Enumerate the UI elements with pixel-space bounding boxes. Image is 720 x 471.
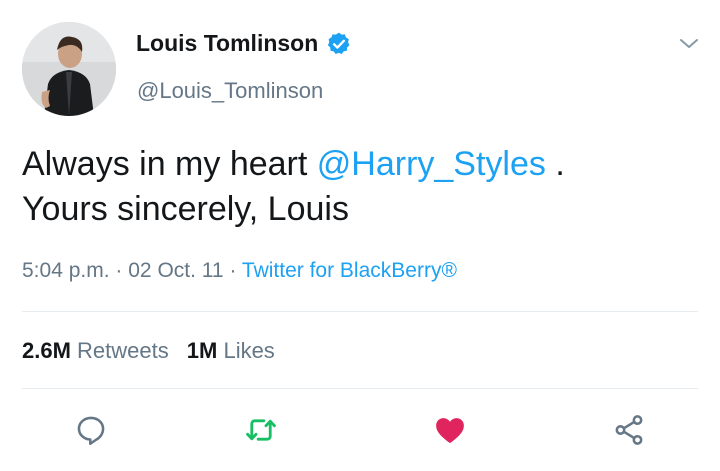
verified-badge-icon: [326, 31, 352, 57]
share-icon[interactable]: [612, 413, 646, 447]
tweet-text-part: .: [545, 145, 565, 183]
reply-icon[interactable]: [74, 413, 108, 447]
tweet-date[interactable]: 02 Oct. 11: [128, 259, 223, 282]
author-name[interactable]: Louis Tomlinson: [136, 30, 352, 57]
heart-icon[interactable]: [433, 413, 467, 447]
meta-separator: ·: [115, 259, 123, 282]
author-handle[interactable]: @Louis_Tomlinson: [137, 78, 323, 104]
tweet-stats: 2.6M Retweets 1M Likes: [22, 338, 275, 364]
tweet-text-line1: Always in my heart @Harry_Styles .: [22, 142, 702, 187]
author-name-text: Louis Tomlinson: [136, 30, 319, 56]
tweet-time[interactable]: 5:04 p.m.: [22, 259, 110, 282]
avatar[interactable]: [22, 22, 116, 116]
mention-link[interactable]: @Harry_Styles: [317, 145, 546, 183]
meta-separator: ·: [229, 259, 237, 282]
tweet-source-link[interactable]: Twitter for BlackBerry®: [242, 259, 457, 282]
retweets-count: 2.6M: [22, 338, 71, 363]
tweet-metadata: 5:04 p.m. · 02 Oct. 11 · Twitter for Bla…: [22, 259, 457, 283]
tweet-text-line2: Yours sincerely, Louis: [22, 190, 349, 228]
tweet-text-part: Always in my heart: [22, 145, 317, 183]
divider: [22, 388, 698, 389]
chevron-down-icon[interactable]: [678, 36, 700, 52]
retweets-stat[interactable]: 2.6M Retweets: [22, 338, 169, 363]
tweet-card: Louis Tomlinson @Louis_Tomlinson Always …: [0, 0, 720, 471]
retweet-icon[interactable]: [244, 413, 278, 447]
likes-stat[interactable]: 1M Likes: [187, 338, 275, 363]
likes-label: Likes: [223, 338, 275, 363]
avatar-image: [22, 22, 116, 116]
divider: [22, 311, 698, 312]
likes-count: 1M: [186, 338, 218, 363]
tweet-text: Always in my heart @Harry_Styles . Yours…: [22, 142, 702, 232]
retweets-label: Retweets: [77, 338, 169, 363]
